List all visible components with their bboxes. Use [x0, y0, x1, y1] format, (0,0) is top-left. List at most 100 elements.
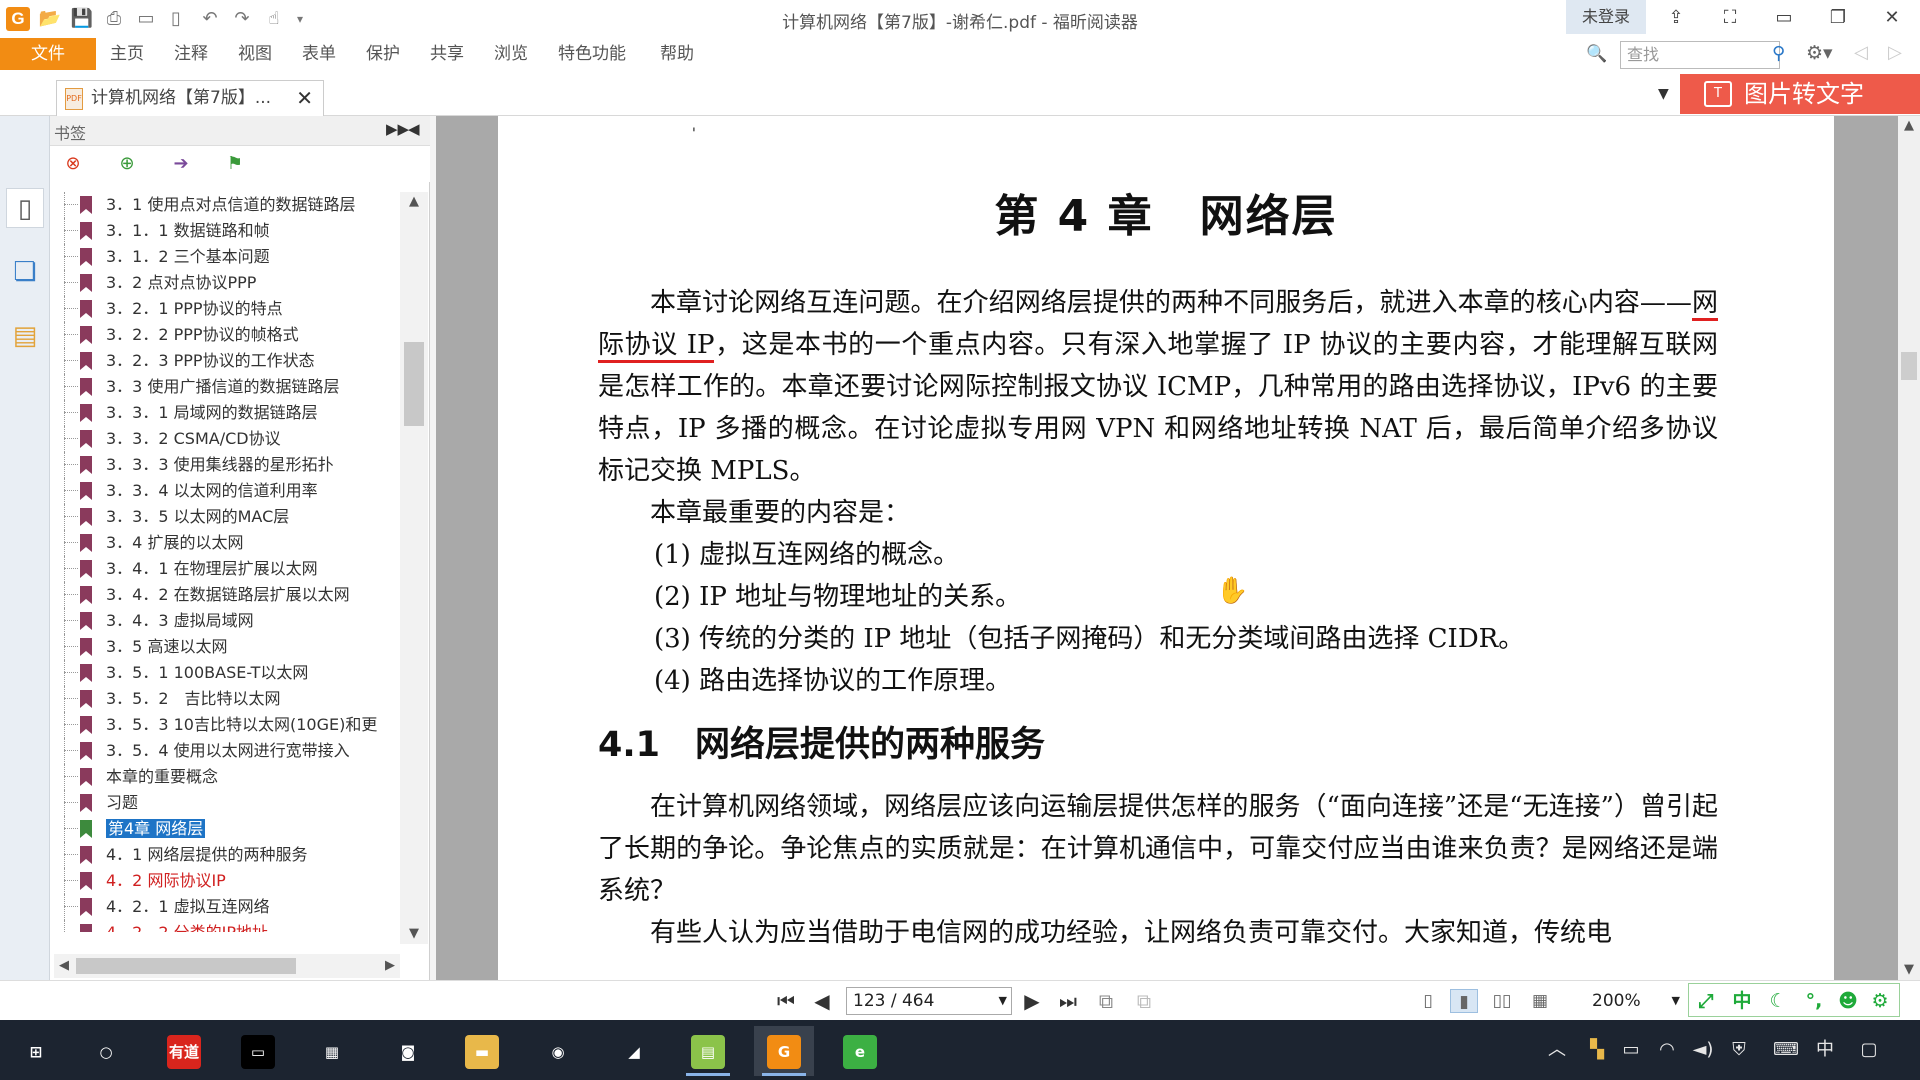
- bookmark-panel-icon[interactable]: ▯: [6, 188, 44, 228]
- bookmark-item[interactable]: 3．3．5 以太网的MAC层: [60, 504, 398, 530]
- page-number-input[interactable]: 123 / 464 ▼: [846, 987, 1012, 1015]
- last-page-icon[interactable]: ⏭: [1054, 987, 1082, 1015]
- save-icon[interactable]: 💾: [70, 8, 94, 30]
- new-doc-icon[interactable]: ▯: [164, 8, 188, 30]
- chrome-app[interactable]: ◉: [528, 1026, 588, 1076]
- restore-icon[interactable]: ❐: [1818, 4, 1858, 32]
- nav-forward-icon[interactable]: ▷: [1888, 42, 1908, 66]
- bookmark-item[interactable]: 4．2．1 虚拟互连网络: [60, 894, 398, 920]
- settings-gear-icon[interactable]: ⚙▾: [1806, 42, 1842, 66]
- minimize-icon[interactable]: ▭: [1764, 4, 1804, 32]
- bookmarks-hscroll-thumb[interactable]: [76, 958, 296, 974]
- bookmark-item[interactable]: 3．5．1 100BASE-T以太网: [60, 660, 398, 686]
- tray-ime-label[interactable]: 中: [1812, 1036, 1838, 1064]
- menu-browse[interactable]: 浏览: [494, 38, 528, 70]
- tray-security-icon[interactable]: ⛨: [1726, 1036, 1752, 1064]
- scroll-down-icon[interactable]: ▼: [404, 924, 424, 944]
- bookmark-item[interactable]: 习题: [60, 790, 398, 816]
- menu-protect[interactable]: 保护: [366, 38, 400, 70]
- bookmark-item[interactable]: 4．2 网际协议IP: [60, 868, 398, 894]
- ime-halfwidth-icon[interactable]: ☾: [1765, 988, 1791, 1014]
- menu-file[interactable]: 文件: [0, 38, 96, 70]
- bookmark-item[interactable]: 4．1 网络层提供的两种服务: [60, 842, 398, 868]
- camera-app[interactable]: ◙: [378, 1026, 438, 1076]
- bookmark-options-icon[interactable]: ⚑: [222, 152, 248, 176]
- delete-bookmark-icon[interactable]: ⊗: [60, 152, 86, 176]
- next-view-icon[interactable]: ⧉: [1130, 987, 1158, 1015]
- open-folder-icon[interactable]: 📂: [38, 8, 62, 30]
- menu-share[interactable]: 共享: [430, 38, 464, 70]
- bookmark-item[interactable]: 3．3 使用广播信道的数据链路层: [60, 374, 398, 400]
- bookmark-item[interactable]: 3．5 高速以太网: [60, 634, 398, 660]
- bookmark-item[interactable]: 3．4 扩展的以太网: [60, 530, 398, 556]
- tab-document[interactable]: PDF 计算机网络【第7版】... ✕: [56, 80, 324, 116]
- first-page-icon[interactable]: ⏮: [772, 987, 800, 1015]
- doc-scroll-up-icon[interactable]: ▲: [1899, 116, 1919, 136]
- ime-mode-icon[interactable]: ⤢: [1693, 988, 1719, 1014]
- panel-collapse-icon[interactable]: ◀: [408, 120, 420, 138]
- tray-wifi-icon[interactable]: ◠: [1654, 1036, 1680, 1064]
- comments-panel-icon[interactable]: ▤: [6, 316, 44, 356]
- ime-punctuation-icon[interactable]: °,: [1801, 988, 1827, 1014]
- nav-back-icon[interactable]: ◁: [1854, 42, 1874, 66]
- tray-notification-icon[interactable]: ▢: [1856, 1036, 1882, 1064]
- bookmark-goto-icon[interactable]: ➔: [168, 152, 194, 176]
- zoom-dropdown-icon[interactable]: ▼: [1672, 987, 1680, 1015]
- image-to-text-button[interactable]: T 图片转文字: [1680, 74, 1920, 114]
- ime-chinese-label[interactable]: 中: [1729, 988, 1755, 1014]
- previous-page-icon[interactable]: ◀: [808, 987, 836, 1015]
- bookmark-item[interactable]: 3．3．2 CSMA/CD协议: [60, 426, 398, 452]
- panel-expand-icon[interactable]: ▶▶: [386, 120, 409, 138]
- redo-icon[interactable]: ↷: [230, 8, 254, 30]
- tray-app-icon[interactable]: ▚: [1584, 1036, 1610, 1064]
- continuous-view-icon[interactable]: ▮: [1450, 989, 1478, 1013]
- hand-tool-icon[interactable]: ☝: [262, 8, 286, 30]
- search-icon[interactable]: ⚲: [1772, 43, 1792, 65]
- print-icon[interactable]: ⎙: [102, 8, 126, 30]
- continuous-facing-view-icon[interactable]: ▦: [1526, 989, 1554, 1013]
- scroll-right-icon[interactable]: ▶: [380, 956, 400, 976]
- previous-view-icon[interactable]: ⧉: [1092, 987, 1120, 1015]
- foxit-logo-icon[interactable]: G: [6, 7, 30, 31]
- undo-icon[interactable]: ↶: [198, 8, 222, 30]
- bookmark-item[interactable]: 3．1．2 三个基本问题: [60, 244, 398, 270]
- menu-comment[interactable]: 注释: [174, 38, 208, 70]
- document-scroll-thumb[interactable]: [1901, 352, 1917, 380]
- add-bookmark-icon[interactable]: ⊕: [114, 152, 140, 176]
- browser360-app[interactable]: e: [830, 1026, 890, 1076]
- next-page-icon[interactable]: ▶: [1018, 987, 1046, 1015]
- bookmark-item[interactable]: 3．4．1 在物理层扩展以太网: [60, 556, 398, 582]
- foxit-app[interactable]: G: [754, 1026, 814, 1076]
- cortana-button[interactable]: ○: [76, 1026, 136, 1076]
- notepad-app[interactable]: ◢: [604, 1026, 664, 1076]
- tray-volume-icon[interactable]: ◄): [1690, 1036, 1716, 1064]
- tray-battery-icon[interactable]: ▭: [1618, 1036, 1644, 1064]
- bookmark-item[interactable]: 第4章 网络层: [60, 816, 398, 842]
- bookmark-item[interactable]: 3．1 使用点对点信道的数据链路层: [60, 192, 398, 218]
- ime-settings-icon[interactable]: ⚙: [1867, 988, 1893, 1014]
- spreadsheet-app[interactable]: ▤: [678, 1026, 738, 1076]
- doc-scroll-down-icon[interactable]: ▼: [1899, 960, 1919, 980]
- bookmarks-horizontal-scrollbar[interactable]: ◀ ▶: [54, 954, 400, 978]
- customize-quick-access-icon[interactable]: ▾: [288, 8, 312, 30]
- search-input[interactable]: 查找: [1620, 41, 1780, 69]
- page-dropdown-icon[interactable]: ▼: [999, 988, 1007, 1014]
- start-button[interactable]: ⊞: [6, 1026, 66, 1076]
- bookmark-item[interactable]: 3．5．3 10吉比特以太网(10GE)和更: [60, 712, 398, 738]
- close-window-icon[interactable]: ✕: [1872, 4, 1912, 32]
- facing-view-icon[interactable]: ▯▯: [1488, 989, 1516, 1013]
- bookmark-item[interactable]: 3．2．2 PPP协议的帧格式: [60, 322, 398, 348]
- scroll-left-icon[interactable]: ◀: [54, 956, 74, 976]
- document-vertical-scrollbar[interactable]: ▲ ▼: [1898, 116, 1920, 980]
- menu-features[interactable]: 特色功能: [558, 38, 626, 70]
- ime-emoji-icon[interactable]: ☻: [1835, 988, 1861, 1014]
- zoom-select[interactable]: 200% ▼: [1574, 987, 1684, 1015]
- terminal-app[interactable]: ▭: [228, 1026, 288, 1076]
- login-button[interactable]: 未登录: [1566, 0, 1646, 34]
- fullscreen-icon[interactable]: ⛶: [1710, 4, 1750, 32]
- calculator-app[interactable]: ▦: [302, 1026, 362, 1076]
- menu-view[interactable]: 视图: [238, 38, 272, 70]
- bookmark-item[interactable]: 4．2．2 分类的IP地址: [60, 920, 398, 932]
- tray-show-hidden-icon[interactable]: ︿: [1544, 1036, 1570, 1064]
- bookmarks-vertical-scrollbar[interactable]: ▲ ▼: [400, 192, 428, 944]
